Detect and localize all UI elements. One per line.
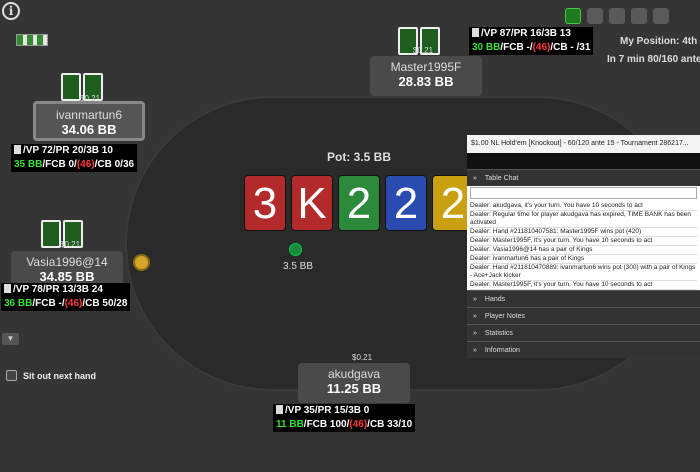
board-card: 2: [338, 175, 380, 231]
checkbox[interactable]: [6, 370, 17, 381]
player-stack: 11.25 BB: [326, 381, 382, 396]
player-bet-amount: $0.21: [352, 353, 373, 362]
player-seat-ivanmartun6[interactable]: ivanmartun6 34.06 BB: [33, 101, 145, 141]
community-cards: 3 K 2 2 2: [244, 175, 474, 231]
pot-total: Pot: 3.5 BB: [327, 150, 392, 164]
chevron-right-icon: »: [473, 347, 477, 354]
sit-out-checkbox[interactable]: Sit out next hand: [6, 370, 96, 381]
player-stack: 28.83 BB: [398, 74, 454, 89]
table-view-icon[interactable]: [565, 8, 581, 24]
chevron-up-icon: »: [473, 175, 477, 182]
hud-icon: [472, 28, 479, 37]
flag-icon: [16, 34, 48, 46]
section-information[interactable]: » Information: [467, 341, 700, 358]
chat-line: Dealer: Hand #211810470889: ivanmartun6 …: [470, 264, 697, 281]
board-card: 2: [385, 175, 427, 231]
chat-line: Dealer: akudgava, it's your turn. You ha…: [470, 202, 697, 211]
player-bet-amount: $0.21: [60, 240, 81, 249]
chat-line: Dealer: Hand #211810407581: Master1995F …: [470, 228, 697, 237]
player-stack: 34.06 BB: [61, 122, 117, 137]
hud-stats-master1995f[interactable]: /VP 87/PR 16/3B 13 30 BB/FCB -/(46)/CB -…: [469, 27, 594, 55]
section-hands[interactable]: » Hands: [467, 290, 700, 307]
card-back: [61, 73, 81, 101]
player-name: ivanmartun6: [55, 108, 123, 122]
blind-level-text: In 7 min 80/160 ante 2: [607, 54, 700, 65]
hud-stats-akudgava[interactable]: /VP 35/PR 15/3B 0 11 BB/FCB 100/(46)/CB …: [273, 404, 416, 432]
chat-line: Dealer: Regular time for player akudgava…: [470, 211, 697, 228]
panel-toolbar: [467, 153, 700, 169]
settings-icon[interactable]: [653, 8, 669, 24]
chat-line: Dealer: ivanmartun6 has a pair of Kings: [470, 255, 697, 264]
chat-input[interactable]: [470, 187, 697, 199]
chat-line: Dealer: Master1995F, it's your turn. You…: [470, 281, 697, 290]
player-name: Vasia1996@14: [26, 255, 108, 269]
play-icon[interactable]: [609, 8, 625, 24]
chevron-right-icon: »: [473, 313, 477, 320]
sit-out-label: Sit out next hand: [23, 370, 96, 381]
player-bet-amount: $0.21: [413, 46, 434, 55]
hud-stats-ivanmartun6[interactable]: /VP 72/PR 20/3B 10 35 BB/FCB 0/(46)/CB 0…: [11, 144, 138, 172]
player-stack: 34.85 BB: [39, 269, 95, 284]
hud-stats-vasia1996[interactable]: /VP 78/PR 13/3B 24 36 BB/FCB -/(46)/CB 5…: [1, 283, 131, 311]
chat-log: Dealer: akudgava, it's your turn. You ha…: [467, 200, 700, 290]
refresh-icon[interactable]: [587, 8, 603, 24]
hud-icon: [276, 405, 283, 414]
section-statistics[interactable]: » Statistics: [467, 324, 700, 341]
chevron-right-icon: »: [473, 330, 477, 337]
info-icon[interactable]: i: [2, 2, 20, 20]
board-card: 3: [244, 175, 286, 231]
card-back: [41, 220, 61, 248]
section-player-notes[interactable]: » Player Notes: [467, 307, 700, 324]
chevron-down-icon[interactable]: ▼: [2, 333, 19, 345]
my-position-text: My Position: 4th of: [620, 36, 700, 47]
dealer-button-icon: [133, 254, 150, 271]
minimize-icon[interactable]: [631, 8, 647, 24]
chat-section-header[interactable]: » Table Chat: [467, 169, 700, 186]
board-card: K: [291, 175, 333, 231]
bet-amount: 3.5 BB: [283, 261, 314, 272]
chat-line: Dealer: Master1995F, it's your turn. You…: [470, 237, 697, 246]
hud-icon: [14, 145, 21, 154]
chat-line: Dealer: Vasia1996@14 has a pair of Kings: [470, 246, 697, 255]
chevron-right-icon: »: [473, 296, 477, 303]
player-name: akudgava: [327, 367, 381, 381]
bet-chip-icon: [289, 243, 302, 256]
table-info-panel: $1.00 NL Hold'em [Knockout] - 60/120 ant…: [467, 135, 700, 358]
window-toolbar: [565, 8, 669, 24]
player-seat-akudgava[interactable]: akudgava 11.25 BB: [298, 363, 410, 403]
panel-title: $1.00 NL Hold'em [Knockout] - 60/120 ant…: [467, 135, 700, 153]
hud-icon: [4, 284, 11, 293]
player-seat-master1995f[interactable]: Master1995F 28.83 BB: [370, 56, 482, 96]
player-name: Master1995F: [390, 60, 462, 74]
